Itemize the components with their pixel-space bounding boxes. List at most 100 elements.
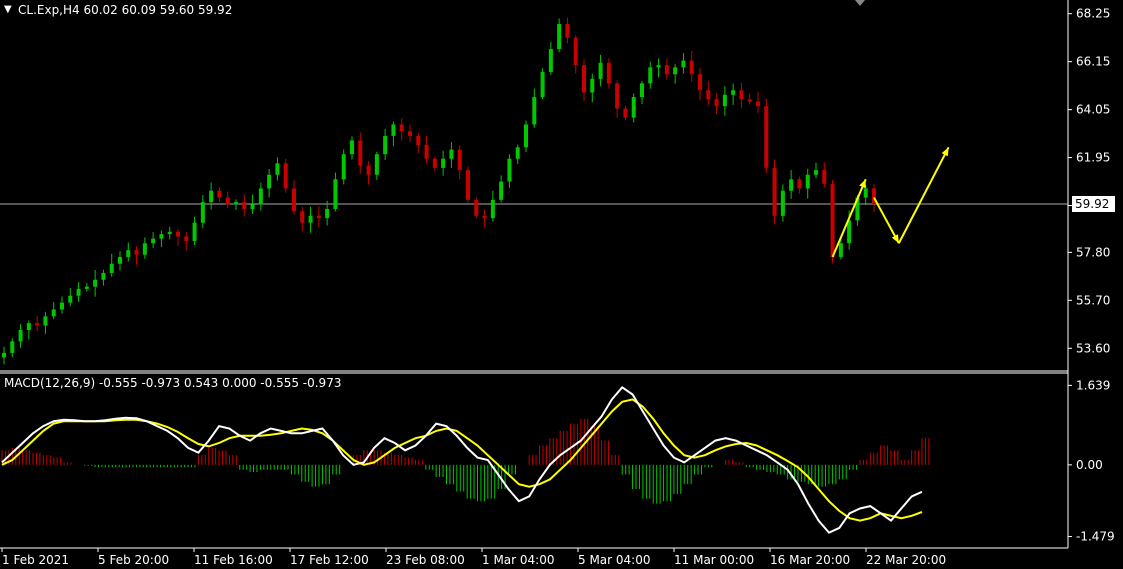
price-tick-label: 64.05 xyxy=(1076,103,1110,117)
candle-body xyxy=(159,234,164,239)
current-price-badge: 59.92 xyxy=(1072,195,1115,212)
candle-body xyxy=(358,140,363,166)
candle-body xyxy=(681,60,686,68)
candle-body xyxy=(60,302,64,310)
candle-body xyxy=(830,183,835,257)
time-tick-label: 17 Feb 12:00 xyxy=(290,553,369,567)
candle-body xyxy=(714,99,719,107)
candle-body xyxy=(557,23,562,50)
candle-body xyxy=(374,154,379,175)
scroll-marker-icon xyxy=(855,0,865,6)
candle-body xyxy=(838,243,843,257)
candle-body xyxy=(499,181,504,200)
candle-body xyxy=(490,199,495,219)
candle-body xyxy=(101,272,106,280)
candle-body xyxy=(43,316,48,326)
candle-body xyxy=(482,215,487,219)
candle-body xyxy=(292,188,296,212)
candle-body xyxy=(192,222,197,241)
candle-body xyxy=(548,49,553,72)
candle-body xyxy=(756,101,760,107)
macd-panel[interactable] xyxy=(1,385,930,534)
candle-body xyxy=(598,62,603,79)
candle-body xyxy=(457,149,462,171)
candle-body xyxy=(673,67,678,75)
candle-body xyxy=(698,74,702,91)
candle-body xyxy=(789,179,794,191)
candle-body xyxy=(805,174,810,189)
candle-body xyxy=(772,167,777,216)
candle-body xyxy=(283,163,288,189)
candle-body xyxy=(590,78,595,93)
chart-svg: 68.2566.1564.0561.9559.8557.8055.7053.60… xyxy=(0,0,1115,567)
candle-body xyxy=(209,190,214,203)
time-tick-label: 5 Mar 04:00 xyxy=(578,553,651,567)
dropdown-triangle-icon[interactable]: ▼ xyxy=(4,4,12,15)
candle-body xyxy=(300,211,305,223)
candle-body xyxy=(225,197,230,205)
candle-body xyxy=(441,158,446,168)
candle-body xyxy=(93,279,98,287)
candle-body xyxy=(76,288,81,296)
symbol-header: CL.Exp,H4 60.02 60.09 59.60 59.92 xyxy=(18,3,233,17)
time-tick-label: 11 Feb 16:00 xyxy=(194,553,273,567)
candle-body xyxy=(664,65,669,75)
price-tick-label: 66.15 xyxy=(1076,55,1110,69)
candle-body xyxy=(408,131,412,136)
candle-body xyxy=(391,124,396,136)
price-tick-label: 57.80 xyxy=(1076,245,1110,259)
candle-body xyxy=(68,295,73,303)
candle-body xyxy=(258,188,263,205)
price-tick-label: 61.95 xyxy=(1076,151,1110,165)
time-tick-label: 23 Feb 08:00 xyxy=(386,553,465,567)
candle-body xyxy=(863,188,868,198)
candle-body xyxy=(515,147,520,159)
candle-body xyxy=(134,250,139,255)
candle-body xyxy=(184,236,189,241)
candle-body xyxy=(524,124,528,148)
candle-body xyxy=(764,106,769,168)
candle-body xyxy=(333,179,338,209)
candle-body xyxy=(449,149,454,159)
candle-body xyxy=(234,202,238,205)
candle-body xyxy=(540,71,545,98)
candle-body xyxy=(109,263,114,273)
candle-body xyxy=(35,323,40,326)
candle-body xyxy=(565,23,570,38)
candle-body xyxy=(432,158,437,168)
candle-body xyxy=(167,231,172,235)
candle-body xyxy=(151,238,156,244)
candle-body xyxy=(350,140,354,155)
candle-body xyxy=(689,60,694,75)
candle-body xyxy=(822,170,827,184)
candle-body xyxy=(316,215,321,219)
candle-body xyxy=(615,83,620,109)
macd-signal-line xyxy=(1,398,923,522)
candle-body xyxy=(325,208,330,219)
candle-body xyxy=(118,256,122,264)
candle-body xyxy=(399,124,404,132)
candle-body xyxy=(606,62,611,84)
candle-body xyxy=(176,231,180,237)
candle-body xyxy=(142,243,147,255)
macd-tick-label: 1.639 xyxy=(1076,378,1110,392)
candle-body xyxy=(26,323,31,331)
candle-body xyxy=(466,170,470,200)
candle-body xyxy=(200,202,205,223)
candle-body xyxy=(507,158,512,182)
time-tick-label: 1 Mar 04:00 xyxy=(482,553,555,567)
price-panel[interactable] xyxy=(0,17,1068,365)
macd-tick-label: -1.479 xyxy=(1076,530,1115,544)
candle-body xyxy=(780,190,785,216)
candle-body xyxy=(640,83,644,98)
candle-body xyxy=(582,65,586,93)
axes: 68.2566.1564.0561.9559.8557.8055.7053.60… xyxy=(0,0,1115,567)
candle-body xyxy=(250,204,255,209)
candle-body xyxy=(474,199,479,216)
candle-body xyxy=(814,170,818,175)
candle-body xyxy=(656,65,661,68)
candle-body xyxy=(383,135,388,155)
candle-body xyxy=(731,90,736,95)
candle-body xyxy=(739,90,744,100)
time-tick-label: 22 Mar 20:00 xyxy=(866,553,946,567)
